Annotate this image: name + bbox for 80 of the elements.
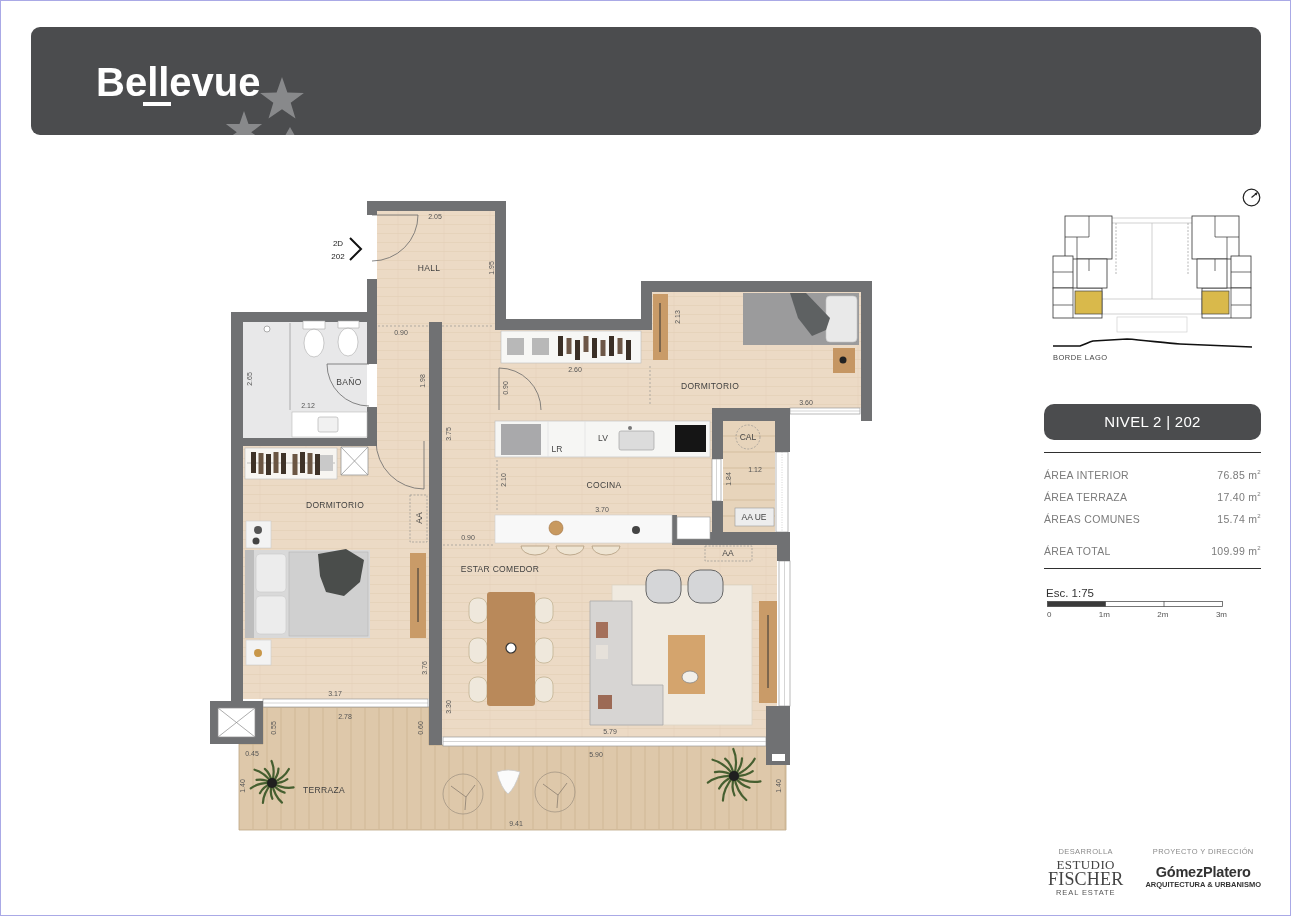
coffee-table	[668, 635, 705, 694]
door-swing	[326, 363, 370, 407]
highlighted-unit	[1201, 290, 1230, 315]
company-name: GómezPlatero	[1155, 864, 1251, 880]
ac-unit-outline	[704, 545, 753, 562]
company-name: ESTUDIO	[1056, 858, 1115, 871]
fixture-label: AA UE	[741, 512, 767, 522]
area-value: 76.85 m$^{2}$	[1217, 469, 1261, 481]
potted-plant	[706, 747, 762, 802]
door-swing	[498, 367, 542, 411]
nightstand	[833, 348, 855, 373]
area-value: 109.99 m$^{2}$	[1211, 545, 1261, 557]
ac-outdoor-unit	[734, 507, 775, 527]
scale-tick-label: 2m	[1157, 610, 1169, 620]
area-value: 17.40 m$^{2}$	[1217, 491, 1261, 503]
fixture-label: AA	[722, 548, 734, 558]
side-table	[496, 769, 521, 795]
door-swing	[375, 440, 425, 490]
fixture-label: AA	[414, 512, 424, 524]
window	[711, 458, 722, 502]
wardrobe	[653, 294, 668, 360]
potted-plant	[249, 759, 295, 805]
fixture-label: CAL	[739, 432, 757, 442]
room-label: HALL	[417, 263, 441, 273]
dining-chair	[468, 676, 488, 703]
room-label: ESTAR COMEDOR	[460, 564, 540, 574]
bidet	[337, 320, 360, 357]
shaft-box	[340, 446, 369, 476]
vase-icon	[505, 642, 517, 654]
bar-stool	[520, 545, 550, 556]
cooktop	[675, 425, 706, 452]
area-label: ÁREA TERRAZA	[1044, 491, 1128, 503]
unit-number-label: 202	[331, 251, 345, 261]
dining-chair	[468, 637, 488, 664]
unit-level-badge: NIVEL 2 | 202	[1044, 404, 1261, 440]
door-swing	[371, 214, 419, 262]
column-vent	[772, 754, 785, 761]
scale-tick-label: 3m	[1215, 610, 1227, 620]
armchair	[687, 569, 724, 604]
chevron-icon	[349, 237, 363, 261]
decor-object-icon	[632, 526, 640, 534]
scale-tick-label: 0	[1047, 610, 1052, 620]
armchair	[645, 569, 682, 604]
window	[789, 407, 861, 415]
dining-chair	[534, 637, 554, 664]
nightstand	[245, 520, 272, 549]
area-label: ÁREA TOTAL	[1044, 545, 1111, 557]
fruit-bowl-icon	[548, 520, 564, 536]
dining-chair	[534, 676, 554, 703]
area-label: ÁREA INTERIOR	[1044, 469, 1129, 481]
water-heater-outline	[735, 424, 761, 450]
room-label: DORMITORIO	[305, 500, 365, 510]
scale-tick-label: 1m	[1098, 610, 1110, 620]
scale-title: Esc. 1:75	[1046, 586, 1094, 600]
nightstand	[245, 639, 272, 666]
highlighted-unit	[1074, 290, 1103, 315]
unit-type-label: 2D	[332, 238, 344, 248]
area-value: 15.74 m$^{2}$	[1217, 513, 1261, 525]
shaft-box	[217, 707, 256, 738]
room-label: COCINA	[586, 480, 622, 490]
lounge-chair	[534, 771, 576, 813]
ac-unit-outline	[409, 494, 428, 543]
sink	[618, 426, 655, 451]
dining-chair	[534, 597, 554, 624]
toilet	[302, 320, 326, 358]
room-label: DORMITORIO	[680, 381, 740, 391]
compass-icon	[1242, 188, 1261, 207]
lounge-chair	[442, 773, 484, 815]
bar-stool	[591, 545, 621, 556]
dining-chair	[468, 597, 488, 624]
refrigerator	[501, 424, 541, 455]
room-label: TERRAZA	[303, 785, 345, 795]
company-name: FISCHER	[1048, 871, 1124, 888]
room-label: BAÑO	[336, 377, 362, 387]
closet	[676, 516, 711, 540]
area-label: ÁREAS COMUNES	[1044, 513, 1141, 525]
bar-stool	[555, 545, 585, 556]
fixture-label: LR	[551, 444, 563, 454]
shower-head-icon	[263, 325, 271, 333]
fixture-label: LV	[598, 433, 608, 443]
